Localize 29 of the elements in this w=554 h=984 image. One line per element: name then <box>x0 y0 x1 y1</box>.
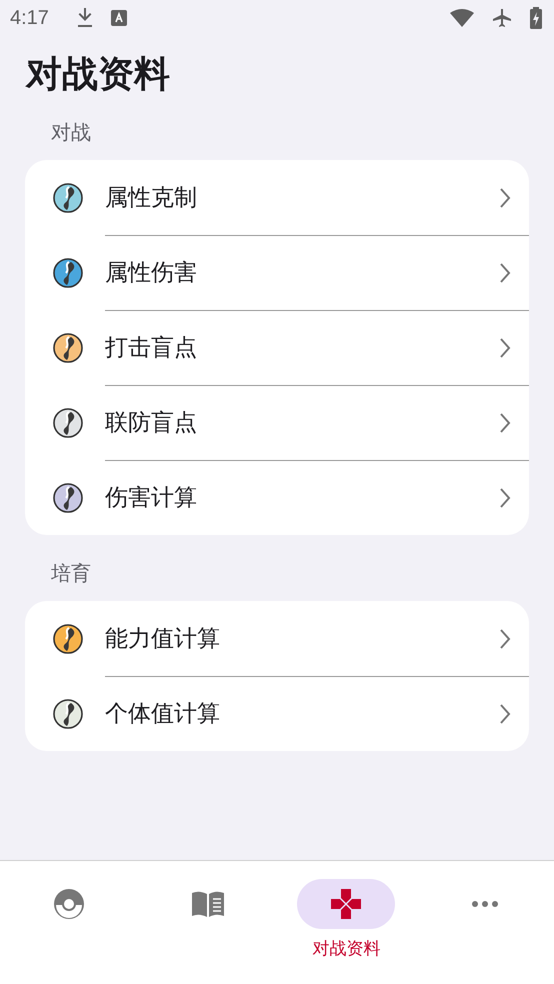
chevron-right-icon <box>499 628 511 650</box>
menu-item-label[interactable]: 伤害计算 <box>105 482 499 513</box>
status-time: 4:17 <box>10 6 49 30</box>
menu-item-label[interactable]: 打击盲点 <box>105 332 499 363</box>
chevron-right-icon <box>499 262 511 284</box>
menu-item-label[interactable]: 属性克制 <box>105 182 499 213</box>
menu-item-label[interactable]: 能力值计算 <box>105 623 499 654</box>
menu-item-label[interactable]: 个体值计算 <box>105 698 499 729</box>
section-header: 培育 <box>51 560 92 587</box>
chevron-right-icon <box>499 486 511 508</box>
chevron-right-icon <box>499 186 511 208</box>
gamepad-dpad-icon <box>330 888 362 920</box>
ball-icon <box>53 888 86 920</box>
chevron-right-icon <box>499 412 511 434</box>
nav-label[interactable]: 对战资料 <box>312 937 380 960</box>
keyboard-icon <box>110 10 127 26</box>
battery-icon <box>530 7 542 29</box>
airplane-icon <box>492 8 512 28</box>
menu-item-label[interactable]: 联防盲点 <box>105 407 499 438</box>
page-title: 对战资料 <box>26 53 171 97</box>
section-header: 对战 <box>51 119 92 146</box>
chevron-right-icon <box>499 702 511 724</box>
book-icon <box>190 890 226 918</box>
more-icon <box>472 901 498 907</box>
chevron-right-icon <box>499 336 511 358</box>
wifi-icon <box>450 9 474 27</box>
nav-tab[interactable] <box>297 879 396 929</box>
download-icon <box>76 8 93 28</box>
menu-item-label[interactable]: 属性伤害 <box>105 257 499 288</box>
